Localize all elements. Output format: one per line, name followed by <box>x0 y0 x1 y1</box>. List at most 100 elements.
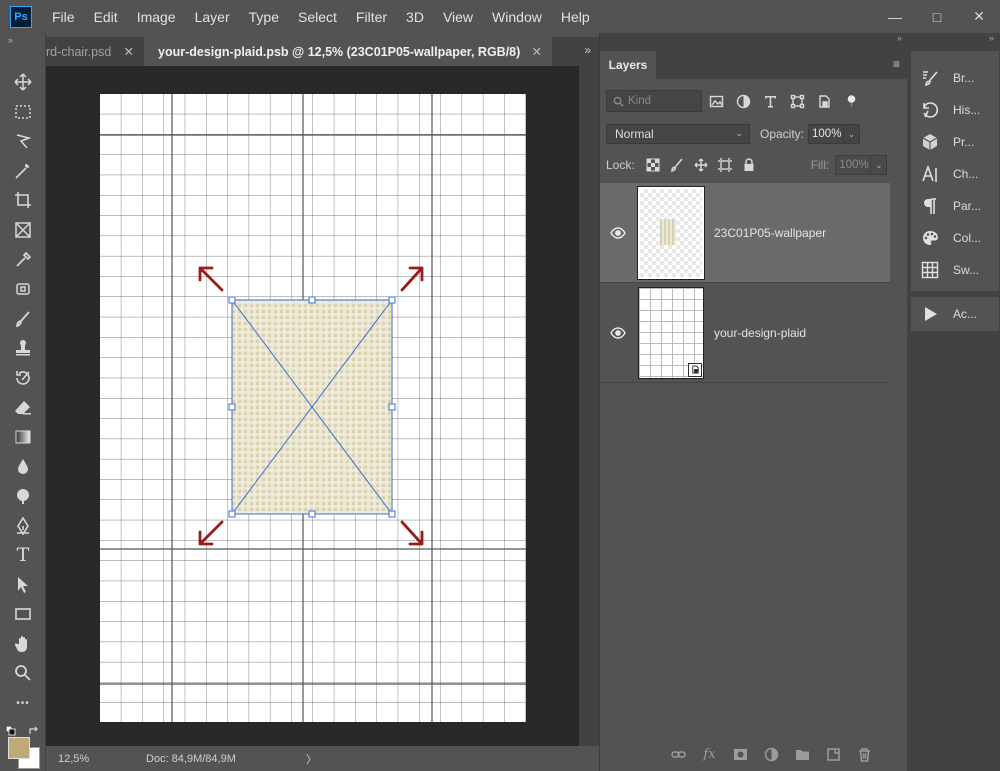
dock-item-character[interactable]: Ch... <box>911 159 999 189</box>
pixel-filter-icon[interactable] <box>703 90 729 112</box>
frame-tool-icon[interactable] <box>8 217 38 243</box>
dock-group-actions: Ac... <box>911 291 999 331</box>
blur-tool-icon[interactable] <box>8 454 38 480</box>
hand-tool-icon[interactable] <box>8 631 38 657</box>
type-filter-icon[interactable] <box>757 90 783 112</box>
dock-label: Ac... <box>953 307 978 321</box>
swap-colors-icon[interactable] <box>28 725 40 735</box>
layer-name[interactable]: 23C01P05-wallpaper <box>714 226 826 240</box>
lasso-tool-icon[interactable] <box>8 128 38 154</box>
tab-overflow-icon[interactable]: » <box>584 43 591 57</box>
menu-3d[interactable]: 3D <box>406 9 424 25</box>
menu-help[interactable]: Help <box>561 9 590 25</box>
path-selection-tool-icon[interactable] <box>8 572 38 598</box>
tab-layers[interactable]: Layers <box>600 51 656 79</box>
chevron-down-icon: ⌄ <box>735 128 743 138</box>
menu-file[interactable]: File <box>52 9 75 25</box>
new-group-icon[interactable] <box>787 742 818 766</box>
menu-edit[interactable]: Edit <box>94 9 118 25</box>
eye-icon[interactable] <box>600 326 636 339</box>
brush-tool-icon[interactable] <box>8 306 38 332</box>
menu-type[interactable]: Type <box>249 9 279 25</box>
menu-select[interactable]: Select <box>298 9 337 25</box>
shape-filter-icon[interactable] <box>784 90 810 112</box>
dock-item-actions[interactable]: Ac... <box>911 299 999 329</box>
dock-item-history[interactable]: His... <box>911 95 999 125</box>
adjustment-filter-icon[interactable] <box>730 90 756 112</box>
dock-item-color[interactable]: Col... <box>911 223 999 253</box>
dock-item-brushes[interactable]: Br... <box>911 63 999 93</box>
menu-window[interactable]: Window <box>492 9 542 25</box>
zoom-tool-icon[interactable] <box>8 660 38 686</box>
add-mask-icon[interactable] <box>725 742 756 766</box>
fill-field[interactable]: 100% <box>835 155 872 175</box>
marquee-tool-icon[interactable] <box>8 99 38 125</box>
eye-icon[interactable] <box>600 226 636 239</box>
layer-thumbnail[interactable] <box>637 185 705 280</box>
wallpaper-layer[interactable] <box>231 299 393 515</box>
dodge-tool-icon[interactable] <box>8 483 38 509</box>
close-window-button[interactable]: ✕ <box>958 0 1000 33</box>
gradient-tool-icon[interactable] <box>8 424 38 450</box>
default-colors-icon[interactable] <box>5 725 16 736</box>
menu-image[interactable]: Image <box>137 9 176 25</box>
lock-transparent-pixels-icon[interactable] <box>641 154 665 176</box>
delete-layer-icon[interactable] <box>849 742 880 766</box>
link-layers-icon[interactable] <box>663 742 694 766</box>
kind-filter-dropdown[interactable]: Kind <box>606 90 702 112</box>
tab-your-design-plaid[interactable]: your-design-plaid.psb @ 12,5% (23C01P05-… <box>144 37 552 66</box>
layers-panel: » Layers ≡ Kind Normal ⌄ Opacity: 100% ⌄… <box>599 33 908 771</box>
type-tool-icon[interactable]: T <box>8 542 38 568</box>
layer-row-plaid[interactable]: your-design-plaid <box>600 283 890 383</box>
move-tool-icon[interactable] <box>8 69 38 95</box>
status-menu-icon[interactable]: 〉 <box>306 751 317 767</box>
layer-row-wallpaper[interactable]: 23C01P05-wallpaper <box>600 183 890 283</box>
minimize-button[interactable]: — <box>874 0 916 33</box>
canvas-area[interactable] <box>46 66 579 746</box>
pen-tool-icon[interactable] <box>8 513 38 539</box>
collapse-dock-icon[interactable]: » <box>989 33 994 43</box>
tab-close-icon[interactable]: ✕ <box>124 44 134 59</box>
foreground-color-swatch[interactable] <box>8 737 30 759</box>
lock-all-icon[interactable] <box>737 154 761 176</box>
dock-item-paragraph[interactable]: Par... <box>911 191 999 221</box>
tab-close-icon[interactable]: ✕ <box>532 44 542 59</box>
clone-stamp-tool-icon[interactable] <box>8 335 38 361</box>
history-brush-tool-icon[interactable] <box>8 365 38 391</box>
panel-menu-icon[interactable]: ≡ <box>893 57 900 71</box>
magic-wand-tool-icon[interactable] <box>8 158 38 184</box>
dock-item-properties[interactable]: Pr... <box>911 127 999 157</box>
eraser-tool-icon[interactable] <box>8 395 38 421</box>
dock-item-swatches[interactable]: Sw... <box>911 255 999 285</box>
layer-thumbnail[interactable] <box>638 286 704 379</box>
blend-mode-dropdown[interactable]: Normal ⌄ <box>606 124 750 144</box>
smart-object-filter-icon[interactable] <box>811 90 837 112</box>
toolbar-collapse-icon[interactable]: » <box>8 35 13 45</box>
layer-name[interactable]: your-design-plaid <box>714 326 806 340</box>
tab-rd-chair[interactable]: rd-chair.psd ✕ <box>46 37 144 66</box>
more-tools-icon[interactable]: ••• <box>8 690 38 716</box>
lock-artboard-icon[interactable] <box>713 154 737 176</box>
healing-brush-tool-icon[interactable] <box>8 276 38 302</box>
eyedropper-tool-icon[interactable] <box>8 247 38 273</box>
rectangle-tool-icon[interactable] <box>8 601 38 627</box>
menu-layer[interactable]: Layer <box>195 9 230 25</box>
lock-position-icon[interactable] <box>689 154 713 176</box>
filter-toggle-icon[interactable] <box>838 90 864 112</box>
dock-label: His... <box>953 103 981 117</box>
adjustment-layer-icon[interactable] <box>756 742 787 766</box>
vertical-scrollbar[interactable] <box>579 66 599 746</box>
new-layer-icon[interactable] <box>818 742 849 766</box>
fx-icon[interactable]: fx <box>694 742 725 766</box>
zoom-level[interactable]: 12,5% <box>58 753 146 765</box>
maximize-button[interactable]: □ <box>916 0 958 33</box>
opacity-field[interactable]: 100% <box>808 124 845 144</box>
document-canvas[interactable] <box>100 94 526 722</box>
collapse-panels-icon[interactable]: » <box>897 33 902 43</box>
menu-filter[interactable]: Filter <box>356 9 387 25</box>
opacity-dropdown-icon[interactable]: ⌄ <box>844 124 861 144</box>
lock-image-pixels-icon[interactable] <box>665 154 689 176</box>
crop-tool-icon[interactable] <box>8 187 38 213</box>
menu-view[interactable]: View <box>443 9 473 25</box>
fill-dropdown-icon[interactable]: ⌄ <box>871 155 888 175</box>
